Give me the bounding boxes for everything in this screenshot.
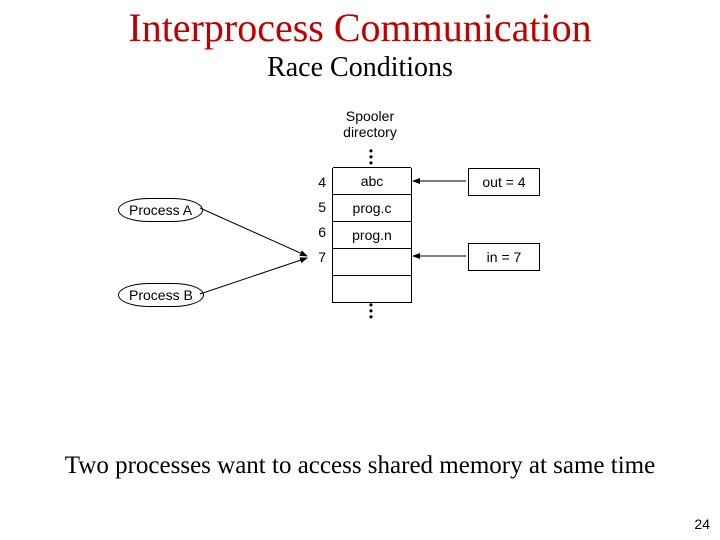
arrow-b-to-slot7 bbox=[200, 258, 307, 294]
slide-title: Interprocess Communication bbox=[0, 4, 720, 51]
race-condition-diagram: Spooler directory ••• 4 5 6 7 abc prog.c… bbox=[0, 108, 720, 428]
arrow-a-to-slot7 bbox=[200, 208, 307, 256]
arrows-layer bbox=[0, 108, 720, 428]
page-number: 24 bbox=[694, 516, 710, 532]
slide-subtitle: Race Conditions bbox=[0, 52, 720, 84]
slide-caption: Two processes want to access shared memo… bbox=[0, 452, 720, 480]
